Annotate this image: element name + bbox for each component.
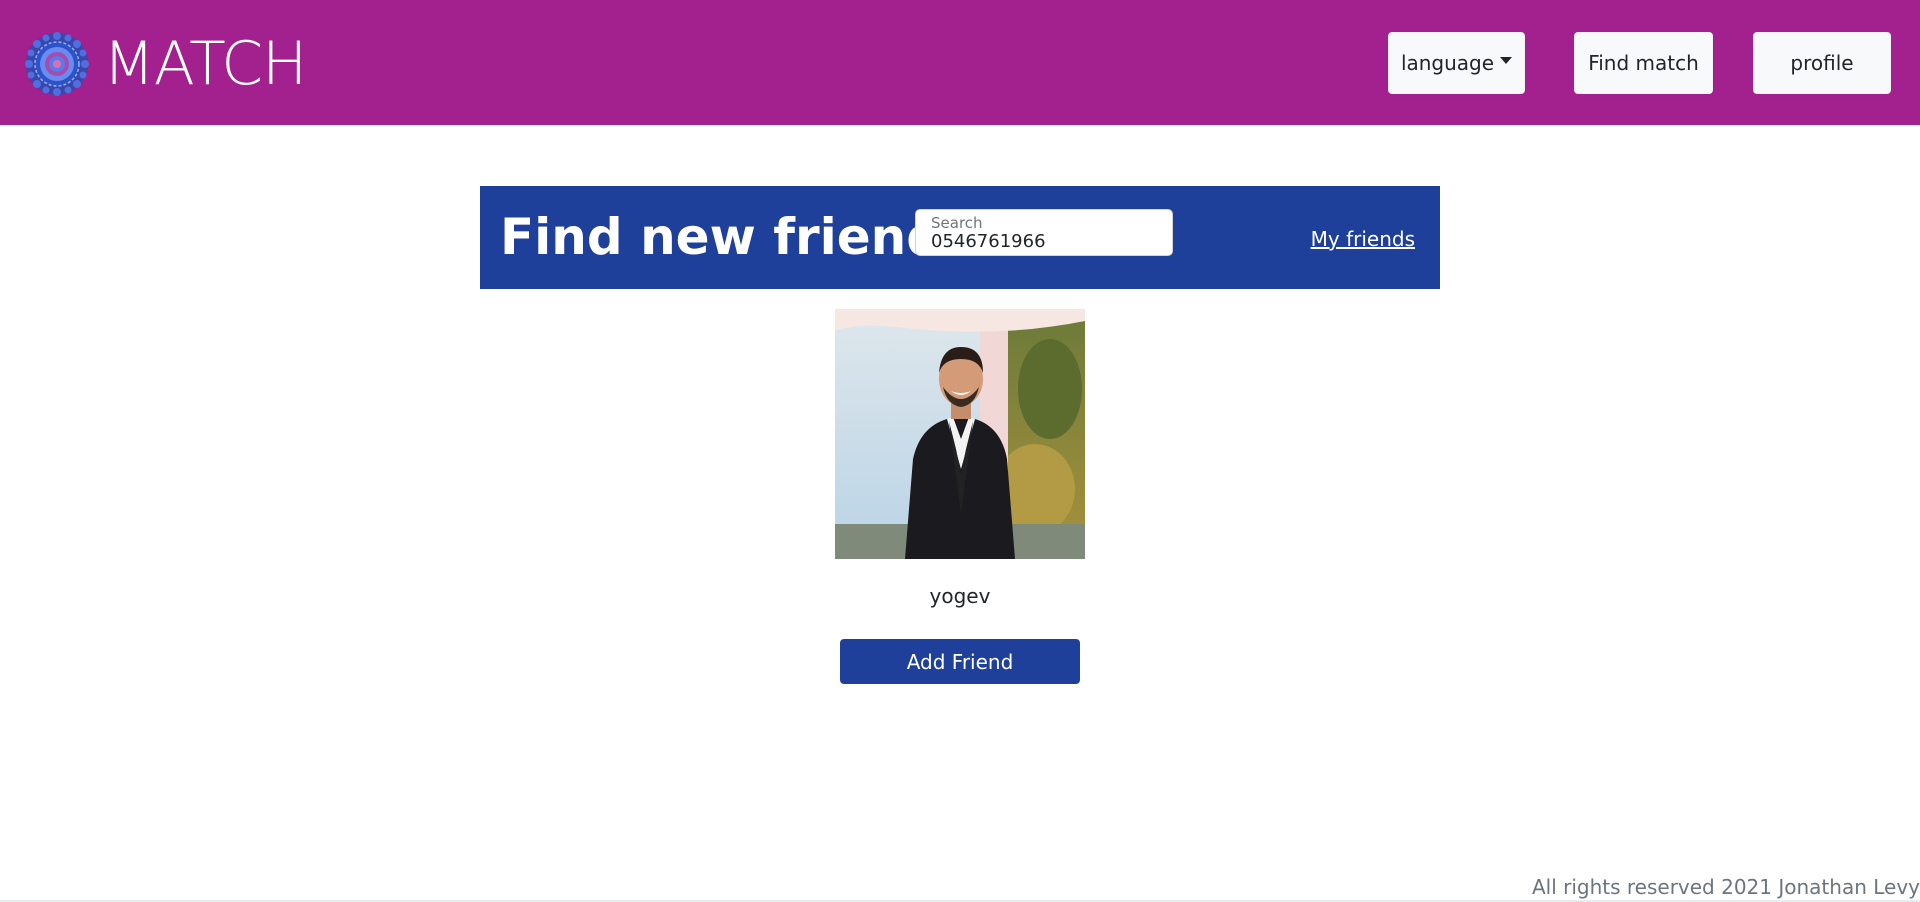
search-floating-label: Search (931, 214, 983, 232)
profile-photo[interactable] (835, 309, 1085, 559)
friend-result-card: yogev Add Friend (835, 309, 1085, 684)
top-navbar: MATCH language Find match profile (0, 0, 1920, 125)
friend-name: yogev (929, 584, 991, 608)
search-input[interactable] (931, 231, 1161, 252)
profile-label: profile (1790, 51, 1854, 75)
add-friend-label: Add Friend (906, 649, 1014, 674)
add-friend-button[interactable]: Add Friend (840, 639, 1080, 684)
find-match-button[interactable]: Find match (1574, 32, 1713, 94)
search-field[interactable]: Search (915, 209, 1173, 256)
find-match-label: Find match (1588, 51, 1699, 75)
footer-copyright: All rights reserved 2021 Jonathan Levy (1531, 875, 1920, 899)
caret-down-icon (1500, 56, 1513, 64)
profile-button[interactable]: profile (1753, 32, 1891, 94)
language-label: language (1400, 51, 1495, 75)
page-title: Find new friends (500, 208, 972, 266)
my-friends-link[interactable]: My friends (1311, 227, 1415, 251)
language-dropdown-button[interactable]: language (1388, 32, 1525, 94)
brand-title: MATCH (103, 29, 307, 99)
brand-home-link[interactable]: MATCH (25, 29, 307, 99)
mandala-logo-icon (25, 32, 89, 96)
find-friends-header: Find new friends Search My friends (480, 186, 1440, 289)
